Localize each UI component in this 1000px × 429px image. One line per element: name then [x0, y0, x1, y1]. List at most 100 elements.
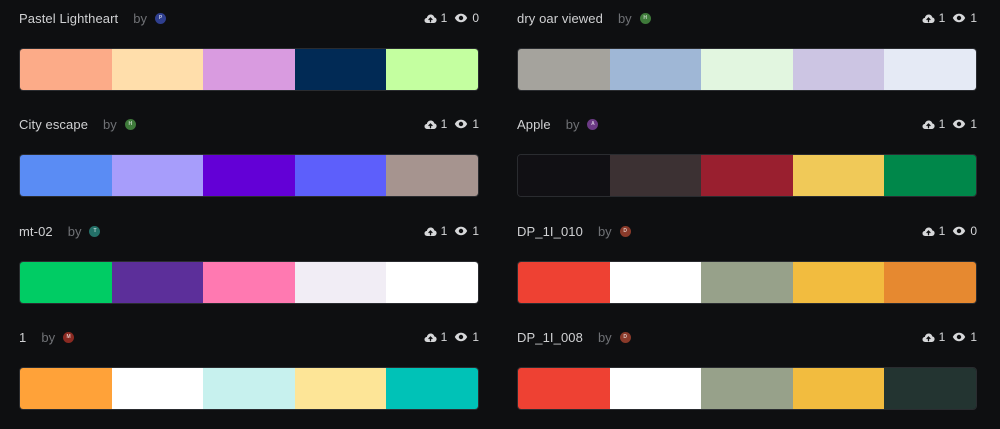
color-swatch[interactable] — [20, 368, 112, 409]
palette-card[interactable]: mt-02 by T 1 1 — [19, 221, 479, 304]
color-swatch[interactable] — [701, 262, 793, 303]
palette-name[interactable]: dry oar viewed — [517, 11, 603, 26]
palette-name[interactable]: Pastel Lightheart — [19, 11, 118, 26]
color-swatch[interactable] — [294, 368, 387, 409]
color-swatches[interactable] — [517, 48, 977, 91]
color-swatch[interactable] — [701, 49, 793, 90]
palette-card[interactable]: dry oar viewed by H 1 1 — [517, 8, 977, 91]
palette-card[interactable]: 1 by M 1 1 — [19, 327, 479, 410]
color-swatch[interactable] — [609, 368, 702, 409]
avatar-initial: H — [643, 15, 647, 21]
color-swatch[interactable] — [294, 262, 387, 303]
download-count: 1 — [938, 11, 946, 25]
palette-stats: 11 — [922, 114, 977, 134]
download-count: 1 — [440, 11, 448, 25]
palette-header: dry oar viewed by H 1 1 — [517, 8, 977, 28]
color-swatch[interactable] — [386, 155, 478, 196]
color-swatches[interactable] — [19, 367, 479, 410]
author-avatar[interactable]: H — [124, 118, 136, 130]
color-swatch[interactable] — [111, 262, 204, 303]
color-swatches[interactable] — [517, 261, 977, 304]
color-swatch[interactable] — [609, 49, 702, 90]
color-swatches[interactable] — [517, 367, 977, 410]
color-swatches[interactable] — [517, 154, 977, 197]
color-swatch[interactable] — [111, 368, 204, 409]
palette-card[interactable]: City escape by H 1 1 — [19, 114, 479, 197]
author-avatar[interactable]: M — [63, 331, 75, 343]
palette-grid: Pastel Lightheart by P 1 0 dry oar viewed by H 1… — [0, 0, 1000, 429]
eye-icon — [952, 226, 966, 236]
color-swatch[interactable] — [518, 262, 610, 303]
eye-icon — [454, 13, 468, 23]
color-swatch[interactable] — [294, 155, 387, 196]
color-swatch[interactable] — [792, 49, 885, 90]
download-icon — [424, 226, 437, 237]
color-swatch[interactable] — [518, 49, 610, 90]
avatar-initial: D — [623, 334, 627, 340]
download-count: 1 — [938, 330, 946, 344]
color-swatch[interactable] — [518, 368, 610, 409]
palette-stats: 11 — [922, 327, 977, 347]
color-swatch[interactable] — [609, 155, 702, 196]
author-avatar[interactable]: P — [155, 12, 166, 24]
download-icon — [922, 13, 935, 24]
color-swatch[interactable] — [20, 262, 112, 303]
eye-icon — [952, 13, 966, 23]
palette-name[interactable]: City escape — [19, 117, 88, 132]
palette-card[interactable]: DP_1I_008 by D 1 1 — [517, 327, 977, 410]
palette-name[interactable]: 1 — [19, 330, 26, 345]
color-swatch[interactable] — [792, 262, 885, 303]
color-swatch[interactable] — [111, 49, 204, 90]
color-swatch[interactable] — [203, 49, 295, 90]
palette-name[interactable]: Apple — [517, 117, 551, 132]
author-avatar[interactable]: A — [587, 118, 599, 130]
color-swatches[interactable] — [19, 48, 479, 91]
color-swatch[interactable] — [609, 262, 702, 303]
color-swatch[interactable] — [386, 49, 478, 90]
by-label: by — [565, 116, 580, 132]
color-swatch[interactable] — [20, 49, 112, 90]
author-avatar[interactable]: H — [639, 12, 651, 24]
color-swatches[interactable] — [19, 261, 479, 304]
palette-name[interactable]: mt-02 — [19, 224, 53, 239]
color-swatch[interactable] — [294, 49, 387, 90]
palette-card[interactable]: DP_1I_010 by D 1 0 — [517, 221, 977, 304]
color-swatch[interactable] — [884, 49, 976, 90]
color-swatch[interactable] — [792, 155, 885, 196]
by-label: by — [133, 10, 147, 26]
avatar-initial: P — [158, 15, 163, 21]
color-swatch[interactable] — [20, 155, 112, 196]
color-swatch[interactable] — [203, 155, 295, 196]
color-swatch[interactable] — [701, 155, 793, 196]
color-swatch[interactable] — [792, 368, 885, 409]
author-avatar[interactable]: T — [89, 225, 101, 237]
color-swatches[interactable] — [19, 154, 479, 197]
color-swatch[interactable] — [884, 155, 976, 196]
avatar-initial: M — [66, 334, 71, 340]
palette-header: 1 by M 1 1 — [19, 327, 479, 347]
color-swatch[interactable] — [518, 155, 610, 196]
avatar-initial: A — [591, 121, 595, 127]
avatar-initial: D — [623, 228, 627, 234]
download-icon — [424, 332, 437, 343]
color-swatch[interactable] — [203, 262, 295, 303]
color-swatch[interactable] — [884, 368, 976, 409]
palette-stats: 10 — [922, 221, 977, 241]
color-swatch[interactable] — [386, 262, 478, 303]
eye-icon — [454, 226, 468, 236]
eye-icon — [952, 332, 966, 342]
color-swatch[interactable] — [884, 262, 976, 303]
color-swatch[interactable] — [203, 368, 295, 409]
color-swatch[interactable] — [386, 368, 478, 409]
author-avatar[interactable]: D — [619, 225, 631, 237]
palette-card[interactable]: Apple by A 1 1 — [517, 114, 977, 197]
palette-card[interactable]: Pastel Lightheart by P 1 0 — [19, 8, 479, 91]
color-swatch[interactable] — [111, 155, 204, 196]
palette-name[interactable]: DP_1I_010 — [517, 224, 583, 239]
download-icon — [424, 119, 437, 130]
author-avatar[interactable]: D — [619, 331, 631, 343]
color-swatch[interactable] — [701, 368, 793, 409]
palette-name[interactable]: DP_1I_008 — [517, 330, 583, 345]
palette-stats: 11 — [424, 327, 479, 347]
palette-stats: 11 — [424, 114, 479, 134]
